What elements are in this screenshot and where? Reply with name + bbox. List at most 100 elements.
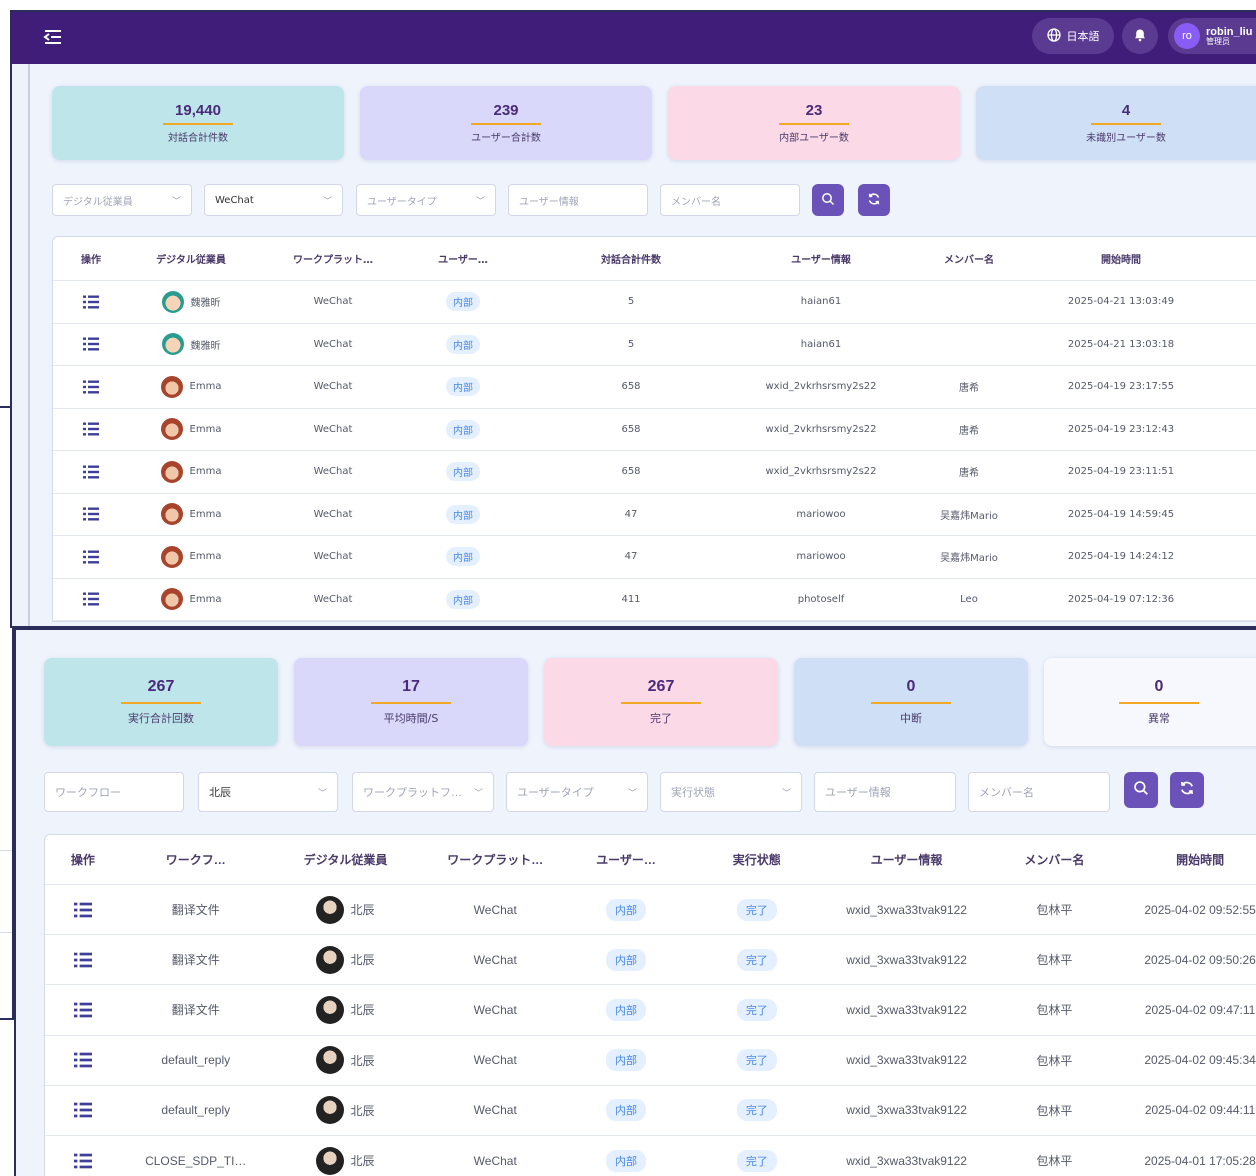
- row-actions-icon[interactable]: [45, 902, 121, 918]
- user-info-input[interactable]: ユーザー情報: [508, 184, 648, 216]
- platform-value: WeChat: [215, 194, 254, 206]
- digital-employee-cell: 北辰: [271, 1096, 421, 1125]
- platform-select[interactable]: ワークプラットフ… ﹀: [352, 772, 494, 812]
- platform-placeholder: ワークプラットフ…: [363, 787, 462, 799]
- stat-underline: [471, 123, 541, 125]
- user-type-cell: 内部: [570, 1049, 682, 1072]
- language-button[interactable]: 日本語: [1032, 18, 1114, 54]
- row-actions-icon[interactable]: [45, 952, 121, 968]
- avatar: [161, 290, 184, 313]
- row-actions-icon[interactable]: [53, 465, 129, 479]
- row-actions-icon[interactable]: [45, 1102, 121, 1118]
- row-actions-icon[interactable]: [53, 550, 129, 564]
- start-time-cell: 2025-04-02 09:47:11: [1144, 1002, 1256, 1017]
- employee-name: 魏雅昕: [190, 298, 221, 310]
- employee-name: Emma: [189, 423, 222, 435]
- digital-employee-cell: 魏雅昕: [129, 290, 253, 313]
- status-placeholder: 実行状態: [671, 787, 715, 799]
- user-role: 管理员: [1206, 36, 1230, 46]
- language-label: 日本語: [1066, 31, 1100, 43]
- stat-card: 267 実行合計回数: [44, 658, 278, 746]
- stat-card: 0 異常: [1044, 658, 1256, 746]
- user-info-cell: mariowoo: [796, 551, 846, 563]
- bell-icon: [1133, 27, 1147, 46]
- chevron-down-icon: ﹀: [317, 787, 327, 798]
- user-type-badge: 内部: [606, 998, 647, 1021]
- user-info-cell: wxid_3xwa33tvak9122: [846, 1053, 967, 1068]
- row-actions-icon[interactable]: [53, 422, 129, 436]
- user-menu[interactable]: ro robin_liu 管理员: [1168, 18, 1256, 54]
- column-header: ユーザー…: [438, 255, 488, 266]
- column-header: デジタル従業員: [156, 255, 226, 266]
- user-type-badge: 内部: [606, 1149, 647, 1172]
- avatar: [316, 1096, 345, 1125]
- table-header: 操作 ワークフ… デジタル従業員 ワークプラット… ユーザー… 実行状態 ユーザー情報 メンバ…: [45, 835, 1256, 885]
- digital-employee-select[interactable]: 北辰 ﹀: [198, 772, 338, 812]
- user-info-cell: haian61: [800, 296, 842, 308]
- row-actions-icon[interactable]: [45, 1002, 121, 1018]
- notification-button[interactable]: [1122, 18, 1158, 54]
- user-type-badge: 内部: [606, 1099, 647, 1122]
- search-button[interactable]: [812, 184, 844, 216]
- row-actions-icon[interactable]: [45, 1153, 121, 1169]
- row-actions-icon[interactable]: [53, 337, 129, 351]
- column-header: デジタル従業員: [303, 853, 388, 867]
- user-type-cell: 内部: [570, 1149, 682, 1172]
- user-info-cell: wxid_3xwa33tvak9122: [846, 1153, 967, 1168]
- stat-label: 内部ユーザー数: [779, 133, 849, 144]
- member-name-cell: 吴嘉炜Mario: [940, 510, 998, 522]
- column-header: ユーザー情報: [791, 255, 851, 266]
- search-icon: [1133, 780, 1149, 800]
- execution-status-select[interactable]: 実行状態 ﹀: [660, 772, 802, 812]
- workflow-input[interactable]: ワークフロー: [44, 772, 184, 812]
- stat-underline: [371, 702, 451, 704]
- conversation-count-cell: 658: [621, 381, 641, 393]
- platform-select[interactable]: WeChat ﹀: [204, 184, 343, 216]
- stat-card: 19,440 対話合計件数: [52, 86, 344, 160]
- stat-card: 17 平均時間/S: [294, 658, 528, 746]
- workflow-cell: 翻译文件: [171, 903, 220, 918]
- user-info-cell: haian61: [800, 338, 842, 350]
- top-bar: 日本語 ro robin_liu 管理员: [12, 12, 1256, 64]
- member-name-input[interactable]: メンバー名: [660, 184, 800, 216]
- digital-employee-select[interactable]: デジタル従業員 ﹀: [52, 184, 192, 216]
- platform-cell: WeChat: [473, 1103, 517, 1118]
- user-info-cell: wxid_2vkrhsrsmy2s22: [765, 466, 877, 478]
- member-name-input[interactable]: メンバー名: [968, 772, 1110, 812]
- user-info-cell: photoself: [797, 593, 845, 605]
- stat-card: 23 内部ユーザー数: [668, 86, 960, 160]
- employee-name: Emma: [189, 508, 222, 520]
- row-actions-icon[interactable]: [53, 295, 129, 309]
- table-row: 魏雅昕 WeChat 内部 5 haian61 2025-04-21 13:03:49: [53, 281, 1256, 324]
- workflow-execution-table: 操作 ワークフ… デジタル従業員 ワークプラット… ユーザー… 実行状態 ユーザー情報 メンバ…: [44, 834, 1256, 1176]
- user-type-badge: 内部: [446, 589, 480, 609]
- stat-card: 4 未識別ユーザー数: [976, 86, 1256, 160]
- menu-collapse-icon[interactable]: [42, 26, 66, 50]
- user-type-badge: 内部: [446, 419, 480, 439]
- stat-card: 0 中断: [794, 658, 1028, 746]
- user-type-select[interactable]: ユーザータイプ ﹀: [506, 772, 648, 812]
- row-actions-icon[interactable]: [53, 507, 129, 521]
- workflow-cell: 翻译文件: [171, 953, 220, 968]
- refresh-button[interactable]: [1170, 772, 1204, 808]
- row-actions-icon[interactable]: [45, 1052, 121, 1068]
- stat-label: 実行合計回数: [128, 712, 194, 725]
- digital-employee-cell: Emma: [129, 545, 253, 568]
- employee-name: 北辰: [350, 1053, 375, 1068]
- refresh-button[interactable]: [858, 184, 890, 216]
- row-actions-icon[interactable]: [53, 592, 129, 606]
- status-badge: 完了: [736, 898, 777, 921]
- employee-name: 北辰: [350, 1003, 375, 1018]
- platform-cell: WeChat: [313, 593, 353, 605]
- user-info-input[interactable]: ユーザー情報: [814, 772, 956, 812]
- row-actions-icon[interactable]: [53, 380, 129, 394]
- avatar: ro: [1174, 23, 1200, 49]
- user-type-select[interactable]: ユーザータイプ ﹀: [356, 184, 496, 216]
- table-row: CLOSE_SDP_TI… 北辰 WeChat 内部 完了 wxid_3xwa33tvak…: [45, 1136, 1256, 1176]
- conversation-count-cell: 47: [624, 508, 638, 520]
- user-info: robin_liu 管理员: [1206, 26, 1252, 47]
- digital-employee-cell: 北辰: [271, 1046, 421, 1075]
- stat-label: 対話合計件数: [168, 133, 228, 144]
- stat-underline: [621, 702, 701, 704]
- search-button[interactable]: [1124, 772, 1158, 808]
